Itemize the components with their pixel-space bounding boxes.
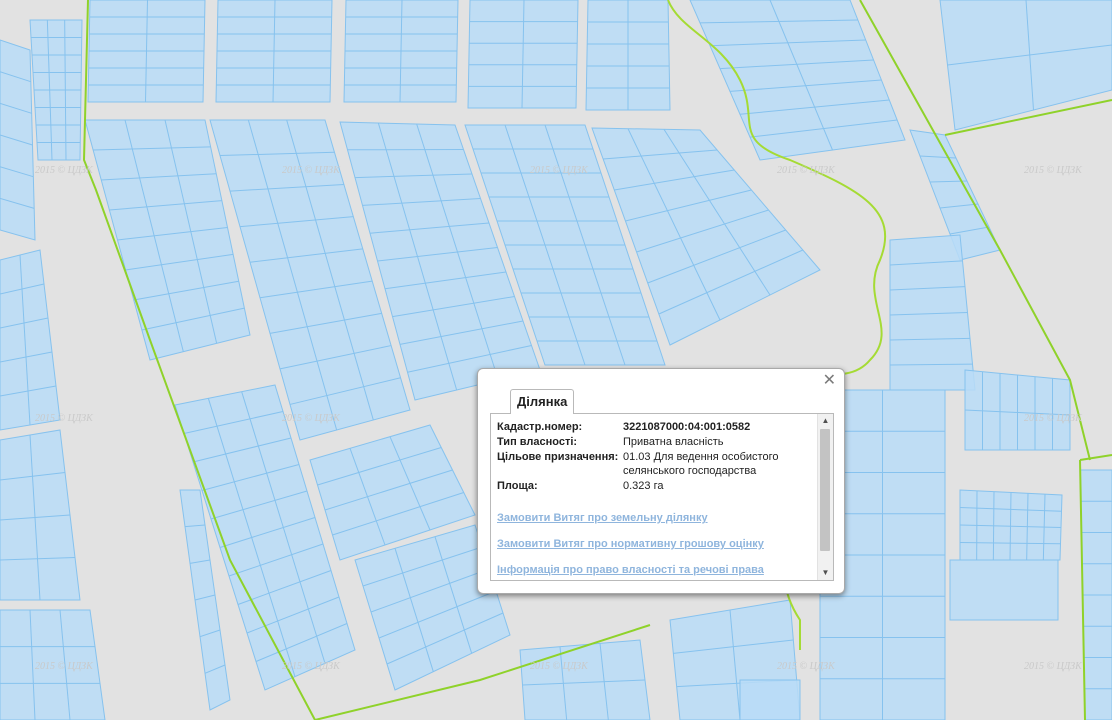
field-label: Площа:	[497, 480, 538, 492]
parcel-block[interactable]	[343, 0, 459, 103]
order-valuation-extract-link[interactable]: Замовити Витяг про нормативну грошову оц…	[497, 538, 815, 550]
watermark-text: 2015 © ЦДЗК	[777, 661, 836, 672]
watermark-text: 2015 © ЦДЗК	[530, 165, 589, 176]
scroll-down-icon[interactable]: ▼	[818, 566, 833, 580]
parcel-block[interactable]	[0, 39, 36, 241]
watermark-text: 2015 © ЦДЗК	[777, 165, 836, 176]
watermark-text: 2015 © ЦДЗК	[282, 413, 341, 424]
parcel-block[interactable]	[519, 639, 651, 720]
field-purpose: Цільове призначення: 01.03 Для ведення о…	[497, 450, 815, 478]
field-value: Приватна власність	[623, 436, 724, 448]
parcel-block[interactable]	[959, 489, 1063, 561]
watermark-text: 2015 © ЦДЗК	[1024, 661, 1083, 672]
watermark-text: 2015 © ЦДЗК	[35, 413, 94, 424]
parcel-block[interactable]	[0, 429, 81, 601]
parcel-block[interactable]	[215, 0, 333, 103]
field-ownership-type: Тип власності: Приватна власність	[497, 435, 815, 449]
field-area: Площа: 0.323 га	[497, 479, 815, 493]
parcel-info-content: Кадастр.номер: 3221087000:04:001:0582 Ти…	[497, 420, 815, 576]
parcel-block[interactable]	[949, 559, 1059, 621]
parcel-block[interactable]	[467, 0, 579, 109]
cadastral-map[interactable]: 2015 © ЦДЗК 2015 © ЦДЗК 2015 © ЦДЗК 2015 © …	[0, 0, 1112, 720]
watermark-text: 2015 © ЦДЗК	[35, 661, 94, 672]
parcel-block[interactable]	[939, 0, 1112, 131]
scrollbar[interactable]: ▲ ▼	[817, 414, 833, 580]
watermark-text: 2015 © ЦДЗК	[530, 661, 589, 672]
parcel-block[interactable]	[889, 234, 976, 391]
parcel-block[interactable]	[87, 0, 206, 103]
scroll-up-icon[interactable]: ▲	[818, 414, 833, 428]
field-label: Кадастр.номер:	[497, 421, 583, 433]
field-value: 3221087000:04:001:0582	[623, 421, 751, 433]
parcel-info-popup: ✕ Ділянка Кадастр.номер: 3221087000:04:0…	[477, 368, 845, 594]
field-label: Тип власності:	[497, 436, 578, 448]
watermark-text: 2015 © ЦДЗК	[1024, 165, 1083, 176]
field-value: 0.323 га	[623, 480, 664, 492]
order-parcel-extract-link[interactable]: Замовити Витяг про земельну ділянку	[497, 512, 815, 524]
scrollbar-thumb[interactable]	[820, 429, 830, 551]
parcel-info-panel: Кадастр.номер: 3221087000:04:001:0582 Ти…	[490, 413, 834, 581]
parcel-layer[interactable]	[0, 0, 1112, 720]
parcel-block[interactable]	[29, 19, 83, 161]
watermark-text: 2015 © ЦДЗК	[35, 165, 94, 176]
parcel-block[interactable]	[585, 0, 671, 111]
field-value: 01.03 Для ведення особистого селянського…	[623, 451, 779, 477]
field-cadastral-number: Кадастр.номер: 3221087000:04:001:0582	[497, 420, 815, 434]
parcel-block[interactable]	[739, 679, 801, 720]
close-icon[interactable]: ✕	[823, 373, 836, 389]
parcel-block[interactable]	[964, 369, 1071, 451]
watermark-text: 2015 © ЦДЗК	[282, 165, 341, 176]
parcel-block[interactable]	[0, 249, 61, 431]
watermark-text: 2015 © ЦДЗК	[1024, 413, 1083, 424]
watermark-text: 2015 © ЦДЗК	[282, 661, 341, 672]
ownership-rights-info-link[interactable]: Інформація про право власності та речові…	[497, 564, 815, 576]
tab-parcel[interactable]: Ділянка	[510, 389, 575, 414]
field-label: Цільове призначення:	[497, 451, 619, 463]
parcel-line	[992, 491, 995, 561]
